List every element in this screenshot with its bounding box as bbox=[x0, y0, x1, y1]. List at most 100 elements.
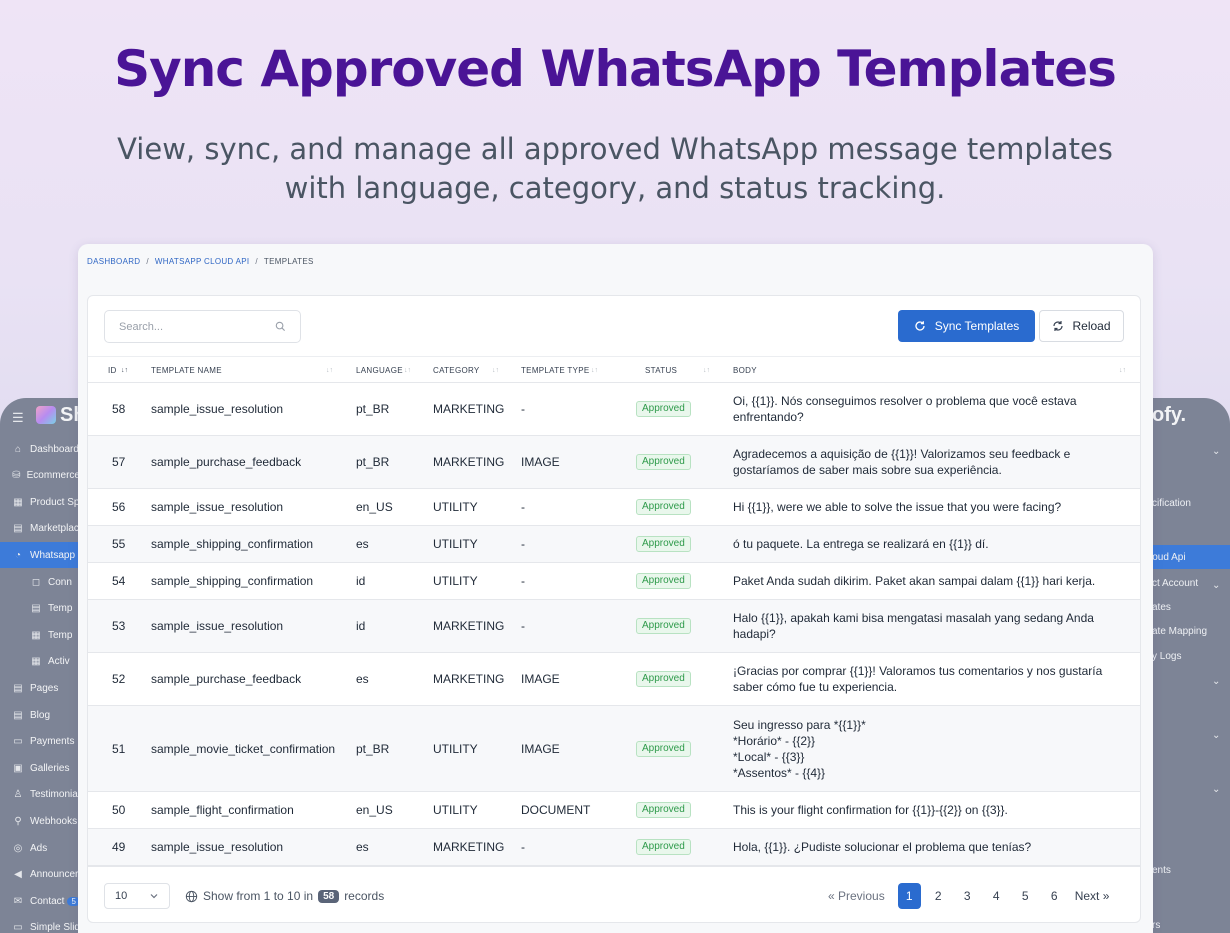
cell-status: Approved bbox=[636, 792, 691, 828]
breadcrumb-whatsapp-cloud-api[interactable]: WHATSAPP CLOUD API bbox=[155, 257, 249, 266]
sidebar-icon: ◎ bbox=[13, 842, 23, 854]
bg-sidebar-label: Blog bbox=[30, 709, 51, 721]
cell-template-name: sample_shipping_confirmation bbox=[151, 537, 314, 551]
body-line: saber cómo fue tu experiencia. bbox=[733, 680, 898, 694]
bg-sidebar-item: ◀ Announcer bbox=[0, 862, 80, 888]
table-row[interactable]: 52 sample_purchase_feedback es MARKETING IMA… bbox=[88, 653, 1140, 706]
cell-template-type: - bbox=[521, 840, 525, 854]
status-badge: Approved bbox=[636, 401, 691, 417]
column-header-template-name[interactable]: TEMPLATE NAME bbox=[151, 357, 222, 384]
bg-sidebar-item: ▣ Galleries bbox=[0, 755, 80, 781]
sidebar-icon: ⛁ bbox=[12, 470, 21, 482]
table-body: 58 sample_issue_resolution pt_BR MARKETING -… bbox=[88, 383, 1140, 866]
bg-sidebar-label: Activ bbox=[48, 656, 70, 668]
bg-sidebar-item: ▦ Activ bbox=[0, 649, 80, 675]
column-header-body[interactable]: BODY bbox=[733, 357, 757, 384]
bg-right-label: cification bbox=[1152, 497, 1191, 509]
breadcrumb-dashboard[interactable]: DASHBOARD bbox=[87, 257, 140, 266]
body-line: Halo {{1}}, apakah kami bisa mengatasi m… bbox=[733, 611, 1094, 625]
cell-id: 56 bbox=[112, 500, 126, 514]
pagination-page-2[interactable]: 2 bbox=[924, 889, 953, 903]
sync-templates-button[interactable]: Sync Templates bbox=[898, 310, 1035, 342]
pagination-page-4[interactable]: 4 bbox=[982, 889, 1011, 903]
sort-icon[interactable]: ↓↑ bbox=[1119, 357, 1126, 384]
body-line: *Horário* - {{2}} bbox=[733, 733, 816, 748]
pagination-previous[interactable]: « Previous bbox=[828, 889, 885, 903]
status-badge: Approved bbox=[636, 740, 691, 757]
table-row[interactable]: 55 sample_shipping_confirmation es UTILITY -… bbox=[88, 526, 1140, 563]
menu-icon: ☰ bbox=[12, 410, 24, 425]
bg-sidebar-label: Temp bbox=[48, 629, 73, 641]
per-page-select[interactable]: 10 bbox=[104, 883, 170, 909]
table-row[interactable]: 56 sample_issue_resolution en_US UTILITY - Ap… bbox=[88, 489, 1140, 526]
table-row[interactable]: 51 sample_movie_ticket_confirmation pt_BR U… bbox=[88, 706, 1140, 792]
pagination-page-5[interactable]: 5 bbox=[1011, 889, 1040, 903]
chevron-down-icon bbox=[150, 894, 158, 899]
column-header-status[interactable]: STATUS bbox=[645, 357, 677, 384]
cell-id: 58 bbox=[112, 402, 126, 416]
body-text: ¡Gracias por comprar {{1}}! Valoramos tu… bbox=[733, 663, 1102, 695]
status-badge: Approved bbox=[636, 454, 691, 470]
bg-sidebar-label: Simple Slid bbox=[29, 922, 80, 933]
search-icon bbox=[275, 321, 286, 332]
sort-icon[interactable]: ↓↑ bbox=[326, 357, 333, 384]
body-line: Seu ingresso para *{{1}}* bbox=[733, 717, 866, 732]
bg-right-label: y Logs bbox=[1152, 650, 1182, 662]
table-row[interactable]: 57 sample_purchase_feedback pt_BR MARKETING… bbox=[88, 436, 1140, 489]
cell-category: UTILITY bbox=[433, 741, 478, 756]
cell-template-name: sample_issue_resolution bbox=[151, 840, 284, 854]
sort-desc-icon[interactable]: ↓↑ bbox=[121, 357, 128, 384]
cell-body: Paket Anda sudah dikirim. Paket akan sam… bbox=[733, 563, 1095, 599]
table-row[interactable]: 58 sample_issue_resolution pt_BR MARKETING -… bbox=[88, 383, 1140, 436]
cell-language: es bbox=[356, 672, 369, 686]
bg-sidebar-item: ◔ Whatsapp bbox=[0, 542, 78, 569]
body-line: enfrentando? bbox=[733, 410, 804, 424]
status-badge: Approved bbox=[636, 671, 691, 687]
pagination-page-3[interactable]: 3 bbox=[953, 889, 982, 903]
status-badge: Approved bbox=[636, 499, 691, 515]
cell-status: Approved bbox=[636, 653, 691, 705]
sort-icon[interactable]: ↓↑ bbox=[492, 357, 499, 384]
cell-category: MARKETING bbox=[433, 619, 505, 633]
bg-chevron: ⌄ bbox=[1140, 669, 1230, 693]
table-row[interactable]: 53 sample_issue_resolution id MARKETING - App… bbox=[88, 600, 1140, 653]
table-row[interactable]: 50 sample_flight_confirmation en_US UTILITY… bbox=[88, 792, 1140, 829]
pagination-page-1[interactable]: 1 bbox=[897, 883, 921, 909]
table-row[interactable]: 54 sample_shipping_confirmation id UTILITY -… bbox=[88, 563, 1140, 600]
hero-title: Sync Approved WhatsApp Templates bbox=[114, 40, 1117, 98]
bg-right-item: ates bbox=[1140, 595, 1230, 619]
templates-table-panel: Search... Sync Templates Reload ID ↓↑ TE… bbox=[87, 295, 1141, 923]
cell-body: Seu ingresso para *{{1}}* *Horário* - {{2… bbox=[733, 706, 866, 791]
cell-category: UTILITY bbox=[433, 803, 478, 817]
cell-id: 51 bbox=[112, 741, 126, 756]
bg-sidebar-item: ♙ Testimonia bbox=[0, 782, 80, 808]
search-input[interactable]: Search... bbox=[104, 310, 301, 343]
sort-icon[interactable]: ↓↑ bbox=[404, 357, 411, 384]
status-badge: Approved bbox=[636, 573, 691, 589]
cell-template-name: sample_movie_ticket_confirmation bbox=[151, 741, 336, 756]
body-text: Paket Anda sudah dikirim. Paket akan sam… bbox=[733, 573, 1095, 589]
pagination-page-6[interactable]: 6 bbox=[1040, 889, 1069, 903]
bg-right-item: ate Mapping bbox=[1140, 619, 1230, 643]
cell-language: pt_BR bbox=[356, 741, 390, 756]
table-row[interactable]: 49 sample_issue_resolution es MARKETING - App… bbox=[88, 829, 1140, 866]
column-header-id[interactable]: ID bbox=[108, 357, 117, 384]
pagination-next[interactable]: Next » bbox=[1075, 889, 1110, 903]
column-header-template-type[interactable]: TEMPLATE TYPE bbox=[521, 357, 590, 384]
body-line: This is your flight confirmation for {{1… bbox=[733, 803, 1008, 817]
column-header-language[interactable]: LANGUAGE bbox=[356, 357, 403, 384]
cell-template-type: IMAGE bbox=[521, 455, 560, 469]
sort-icon[interactable]: ↓↑ bbox=[591, 357, 598, 384]
cell-template-type: - bbox=[521, 402, 525, 416]
sort-icon[interactable]: ↓↑ bbox=[703, 357, 710, 384]
breadcrumb: DASHBOARD / WHATSAPP CLOUD API / TEMPLAT… bbox=[87, 257, 314, 266]
body-line: Hola, {{1}}. ¿Pudiste solucionar el prob… bbox=[733, 840, 1032, 854]
chevron-down-icon: ⌄ bbox=[1212, 675, 1221, 687]
cell-id: 54 bbox=[112, 574, 126, 588]
body-line: Hi {{1}}, were we able to solve the issu… bbox=[733, 500, 1062, 514]
cell-id: 49 bbox=[112, 840, 126, 854]
body-line: ¡Gracias por comprar {{1}}! Valoramos tu… bbox=[733, 664, 1103, 678]
reload-button[interactable]: Reload bbox=[1039, 310, 1124, 342]
bg-sidebar-item: ▦ Temp bbox=[0, 622, 80, 648]
column-header-category[interactable]: CATEGORY bbox=[433, 357, 480, 384]
